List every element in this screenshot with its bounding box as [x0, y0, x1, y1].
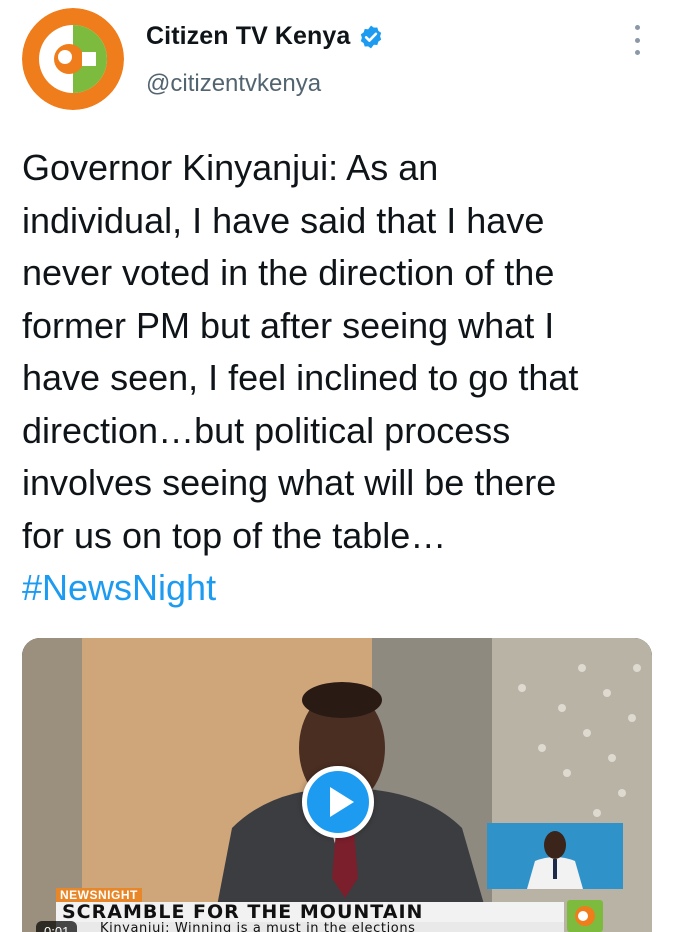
interpreter-image	[487, 823, 623, 889]
sign-language-interpreter	[487, 823, 623, 889]
video-media[interactable]: NEWSNIGHT SCRAMBLE FOR THE MOUNTAIN Kiny…	[22, 638, 652, 932]
account-handle[interactable]: @citizentvkenya	[146, 70, 321, 98]
avatar[interactable]	[22, 8, 124, 110]
citizen-tv-logo-icon	[22, 8, 124, 110]
tweet-text: Governor Kinyanjui: As an individual, I …	[22, 142, 662, 615]
verified-badge-icon	[361, 25, 382, 48]
display-name[interactable]: Citizen TV Kenya	[146, 22, 350, 51]
lower-third-subtitle: Kinyanjui: Winning is a must in the elec…	[56, 922, 564, 932]
play-button[interactable]	[302, 766, 374, 838]
vertical-more-icon[interactable]	[627, 25, 647, 55]
lower-third-title: SCRAMBLE FOR THE MOUNTAIN	[56, 902, 564, 922]
tweet-card: Citizen TV Kenya @citizentvkenya Governo…	[0, 0, 673, 932]
channel-logo-icon	[567, 900, 603, 932]
play-icon	[329, 787, 354, 817]
hashtag-link[interactable]: #NewsNight	[22, 567, 216, 608]
account-name-row[interactable]: Citizen TV Kenya	[146, 22, 384, 51]
tweet-body: Governor Kinyanjui: As an individual, I …	[22, 147, 579, 556]
channel-logo-shape	[575, 906, 595, 926]
video-timer: 0:01	[36, 921, 78, 932]
